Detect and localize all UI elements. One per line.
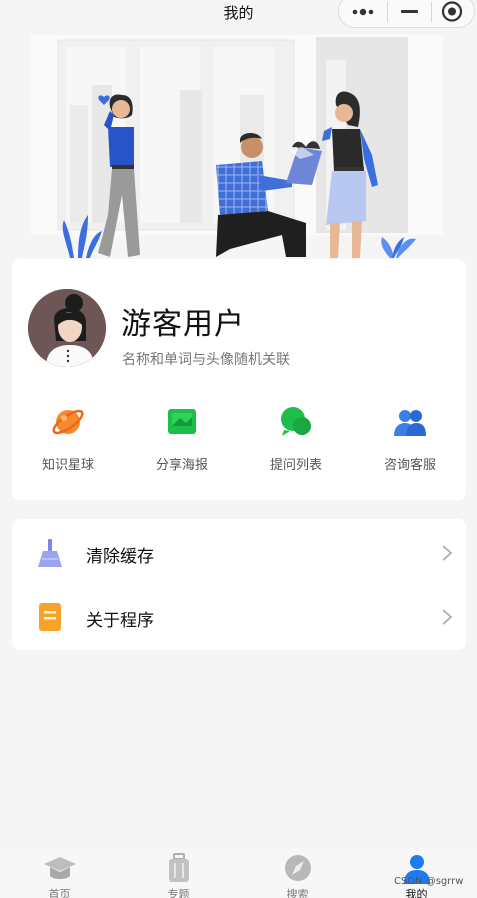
customer-service-icon — [394, 410, 426, 436]
navigation-bar: 我的 — [0, 0, 477, 30]
tab-label: 搜索 — [286, 888, 309, 898]
tab-label: 首页 — [48, 888, 71, 898]
more-button[interactable] — [339, 0, 387, 27]
compass-icon — [285, 855, 311, 881]
luggage-icon — [169, 853, 189, 882]
document-icon — [39, 603, 61, 631]
tab-topics[interactable]: 专题 — [119, 848, 238, 898]
settings-menu: 清除缓存 关于程序 — [12, 519, 466, 650]
menu-item-clear-cache[interactable]: 清除缓存 — [12, 521, 466, 585]
tab-home[interactable]: 首页 — [0, 848, 119, 898]
target-close-icon — [441, 1, 463, 22]
avatar-woman-icon — [28, 289, 106, 367]
profile-card: 游客用户 名称和单词与头像随机关联 知识星球 分享海报 提问列表 咨询客服 — [12, 259, 466, 500]
shortcut-label: 知识星球 — [41, 458, 94, 473]
planet-icon — [52, 409, 84, 435]
menu-item-about[interactable]: 关于程序 — [12, 585, 466, 649]
avatar[interactable] — [28, 289, 106, 367]
user-name: 游客用户 — [121, 307, 245, 342]
more-dots-icon — [352, 8, 374, 16]
shortcut-label: 咨询客服 — [383, 458, 436, 473]
tab-label: 专题 — [167, 888, 190, 898]
close-button[interactable] — [432, 0, 474, 27]
graduation-cap-icon — [44, 857, 76, 879]
image-icon — [168, 409, 196, 434]
tab-bar: 首页 专题 搜索 我的 — [0, 848, 477, 898]
shortcut-label: 提问列表 — [269, 458, 322, 473]
menu-item-label: 清除缓存 — [86, 547, 154, 567]
tab-label: 我的 — [405, 888, 428, 898]
minus-icon — [401, 10, 418, 13]
tab-search[interactable]: 搜索 — [238, 848, 357, 898]
tab-mine[interactable]: 我的 — [357, 848, 476, 898]
mini-program-capsule — [338, 0, 475, 28]
menu-item-label: 关于程序 — [86, 611, 154, 631]
chat-bubbles-icon — [281, 407, 311, 436]
shortcut-customer-service[interactable]: 咨询客服 — [360, 404, 460, 474]
minimize-button[interactable] — [388, 0, 431, 27]
shortcut-knowledge-planet[interactable]: 知识星球 — [18, 404, 118, 474]
proposal-illustration — [30, 35, 443, 258]
chevron-right-icon — [442, 609, 453, 625]
broom-icon — [38, 539, 62, 567]
shortcut-label: 分享海报 — [155, 458, 208, 473]
shortcut-question-list[interactable]: 提问列表 — [246, 404, 346, 474]
watermark: CSDN @sgrrw — [394, 876, 464, 887]
user-subtitle: 名称和单词与头像随机关联 — [122, 352, 290, 368]
shortcut-share-poster[interactable]: 分享海报 — [132, 404, 232, 474]
chevron-right-icon — [442, 545, 453, 561]
